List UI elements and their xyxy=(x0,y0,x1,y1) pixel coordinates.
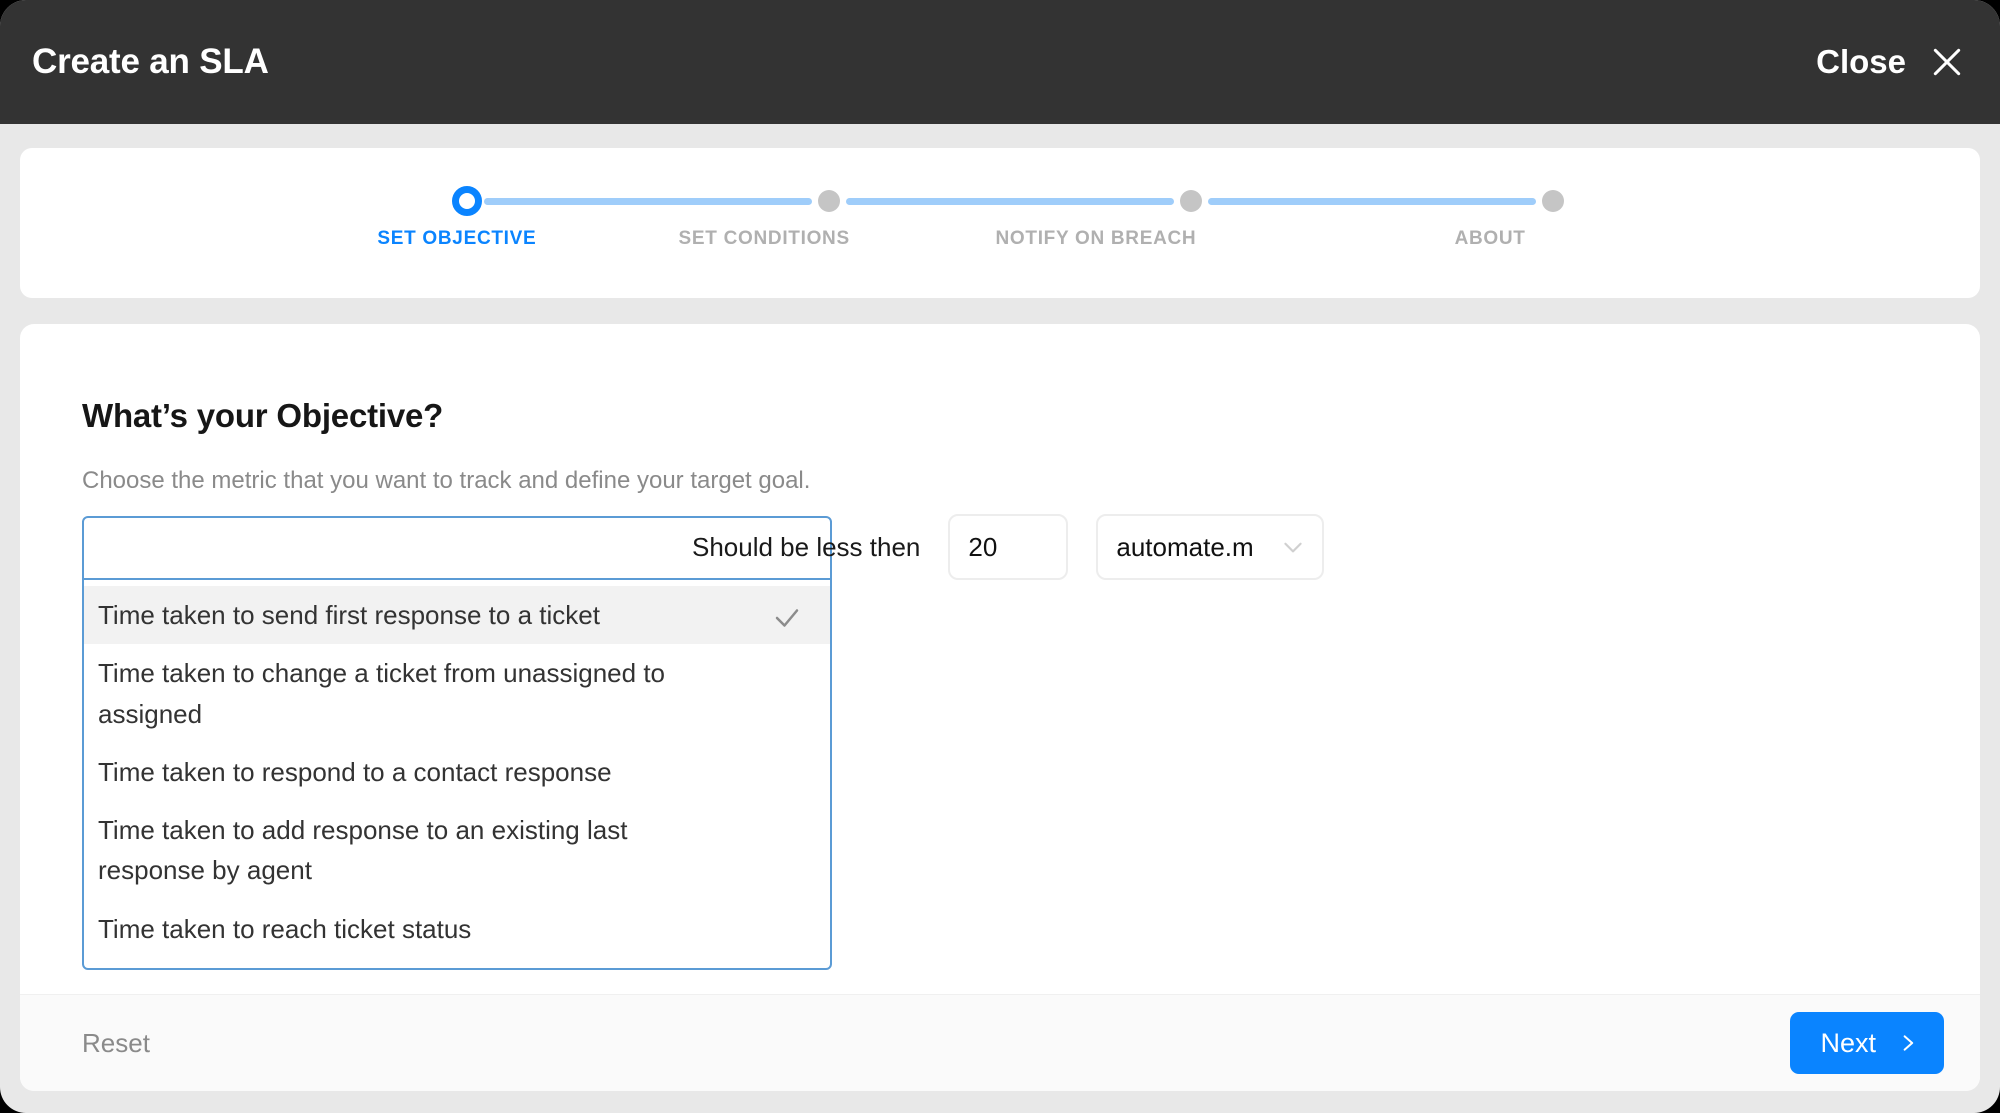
close-button-label: Close xyxy=(1816,43,1906,80)
reset-button[interactable]: Reset xyxy=(82,1028,150,1059)
metric-option[interactable]: Time taken to reach ticket status xyxy=(84,900,830,958)
section-title: What’s your Objective? xyxy=(82,397,444,434)
close-x-icon[interactable] xyxy=(1930,45,1964,79)
target-value-input[interactable] xyxy=(948,514,1069,580)
sla-modal: Create an SLA Close SET OBJECTIVE SET CO… xyxy=(0,0,2000,1113)
metric-option-label: Time taken to add response to an existin… xyxy=(98,815,628,886)
stepper-label-about[interactable]: ABOUT xyxy=(1410,228,1570,250)
close-button[interactable]: Close xyxy=(1816,43,1964,81)
metric-option[interactable]: Time taken to respond to a contact respo… xyxy=(84,743,830,801)
metric-option-label: Time taken to respond to a contact respo… xyxy=(98,756,612,787)
stepper-label-set-conditions[interactable]: SET CONDITIONS xyxy=(649,228,880,250)
chevron-right-icon xyxy=(1903,1035,1914,1051)
stepper-connector xyxy=(484,197,812,205)
stepper-connector xyxy=(1208,197,1536,205)
stepper-dot-idle-icon xyxy=(1180,190,1202,212)
metric-option-label: Time taken to change a ticket from unass… xyxy=(98,658,666,729)
target-condition-label: Should be less then xyxy=(692,531,921,562)
next-button-label: Next xyxy=(1820,1027,1876,1058)
next-button[interactable]: Next xyxy=(1790,1012,1944,1074)
stepper: SET OBJECTIVE SET CONDITIONS NOTIFY ON B… xyxy=(377,184,1570,274)
stepper-dot-active-icon xyxy=(452,186,482,216)
stepper-node-notify-on-breach[interactable] xyxy=(1174,184,1208,218)
modal-titlebar: Create an SLA Close xyxy=(0,0,2000,124)
check-icon xyxy=(775,609,799,627)
metric-option[interactable]: Time taken to change a ticket from unass… xyxy=(84,644,830,743)
stepper-card: SET OBJECTIVE SET CONDITIONS NOTIFY ON B… xyxy=(20,148,1980,298)
metric-option[interactable]: Time taken to add response to an existin… xyxy=(84,801,830,900)
objective-body: What’s your Objective? Choose the metric… xyxy=(20,324,1980,994)
target-unit-label: automate.m xyxy=(1116,531,1254,562)
stepper-dot-idle-icon xyxy=(1542,190,1564,212)
stepper-dot-idle-icon xyxy=(818,190,840,212)
chevron-down-icon xyxy=(1284,542,1303,553)
stepper-node-about[interactable] xyxy=(1536,184,1570,218)
metric-option-label: Time taken to reach ticket status xyxy=(98,913,472,944)
stepper-node-set-objective[interactable] xyxy=(450,184,484,218)
metric-option-list: Time taken to send first response to a t… xyxy=(84,580,830,968)
target-unit-select[interactable]: automate.m xyxy=(1096,514,1325,580)
metric-combobox[interactable]: Time taken to send first response to a t… xyxy=(82,516,832,971)
stepper-node-set-conditions[interactable] xyxy=(812,184,846,218)
stepper-label-notify-on-breach[interactable]: NOTIFY ON BREACH xyxy=(972,228,1221,250)
metric-option-label: Time taken to send first response to a t… xyxy=(98,600,600,630)
card-footer: Reset Next xyxy=(20,994,1980,1091)
stepper-labels: SET OBJECTIVE SET CONDITIONS NOTIFY ON B… xyxy=(377,228,1570,250)
target-goal-row: Should be less then automate.m xyxy=(692,514,1325,580)
section-subtitle: Choose the metric that you want to track… xyxy=(82,467,811,494)
objective-card: What’s your Objective? Choose the metric… xyxy=(20,324,1980,1091)
stepper-track xyxy=(450,184,1570,218)
stepper-label-set-objective[interactable]: SET OBJECTIVE xyxy=(377,228,537,250)
stepper-connector xyxy=(846,197,1174,205)
metric-option[interactable]: Time taken to send first response to a t… xyxy=(84,586,830,645)
page-title: Create an SLA xyxy=(32,42,269,81)
